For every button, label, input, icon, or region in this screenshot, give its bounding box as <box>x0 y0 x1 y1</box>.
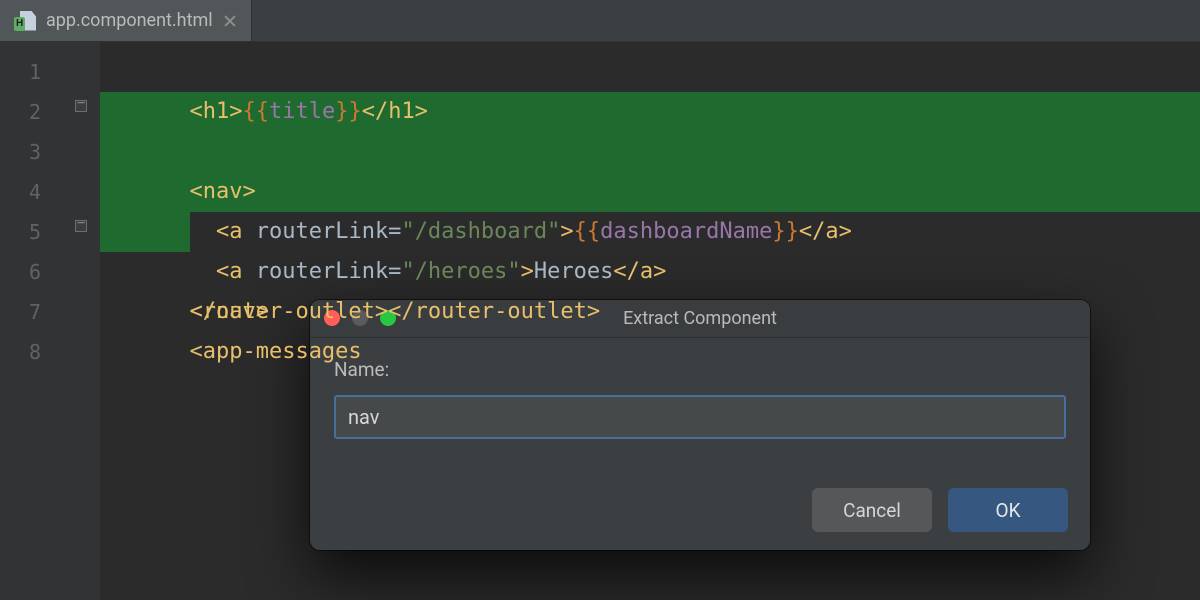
fold-toggle-icon[interactable] <box>75 100 87 112</box>
line-number-gutter: 1 2 3 4 5 6 7 8 <box>0 42 55 600</box>
fold-toggle-icon[interactable] <box>75 220 87 232</box>
line-number: 5 <box>0 212 55 252</box>
line-number: 6 <box>0 252 55 292</box>
code-line-selected: <a routerLink="/heroes">Heroes</a> <box>100 172 1200 212</box>
ok-button[interactable]: OK <box>948 488 1068 532</box>
extract-component-dialog: Extract Component Name: Cancel OK <box>310 300 1090 550</box>
tab-filename: app.component.html <box>46 10 213 31</box>
line-number: 4 <box>0 172 55 212</box>
dialog-title: Extract Component <box>623 308 777 329</box>
line-number: 1 <box>0 52 55 92</box>
name-label: Name: <box>334 358 1066 381</box>
html-file-icon: H <box>14 11 36 31</box>
editor-tab[interactable]: H app.component.html <box>0 0 252 41</box>
line-number: 8 <box>0 332 55 372</box>
line-number: 7 <box>0 292 55 332</box>
line-number: 2 <box>0 92 55 132</box>
editor-tab-bar: H app.component.html <box>0 0 1200 42</box>
component-name-input[interactable] <box>334 395 1066 439</box>
fold-column <box>55 42 100 600</box>
close-tab-icon[interactable] <box>223 14 237 28</box>
line-number: 3 <box>0 132 55 172</box>
code-line-selected: <a routerLink="/dashboard">{{dashboardNa… <box>100 132 1200 172</box>
code-line: <h1>{{title}}</h1> <box>100 52 1200 92</box>
cancel-button[interactable]: Cancel <box>812 488 932 532</box>
